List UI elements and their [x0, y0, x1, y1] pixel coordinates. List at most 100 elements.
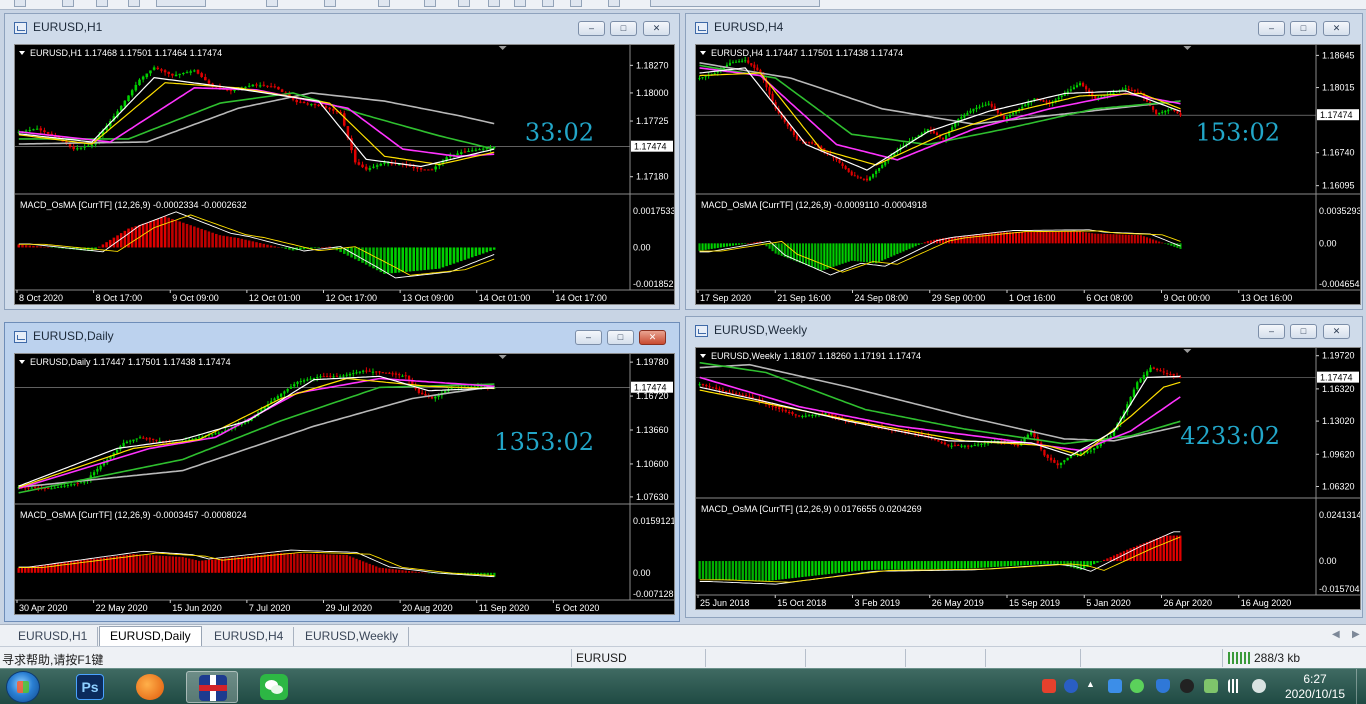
minimize-button[interactable]: – [578, 21, 605, 36]
indicators-icon[interactable] [608, 0, 620, 7]
chart-window-daily[interactable]: EURUSD,Daily – □ ✕ 1.19780 1.16720 1.13660… [4, 322, 680, 622]
close-button[interactable]: ✕ [639, 330, 666, 345]
candle-body [718, 388, 721, 391]
macd-histogram-bar [1112, 234, 1115, 244]
window-titlebar[interactable]: EURUSD,Daily – □ ✕ [5, 323, 679, 351]
price-chart[interactable]: 1.197801.167201.136601.106001.076301.174… [15, 354, 674, 614]
tray-qq-icon[interactable] [1180, 679, 1194, 693]
chart-canvas[interactable]: 1.19780 1.16720 1.13660 1.10600 1.07630 1.174… [14, 353, 675, 615]
price-chart[interactable]: 1.18270 1.18000 1.17725 1.17180 1.17474 EURUS… [15, 45, 674, 304]
chart-window-h4[interactable]: EURUSD,H4 – □ ✕ 1.18645 1.18015 1.16740 1.1… [685, 13, 1363, 310]
candle-body [476, 386, 480, 388]
timeframes-toolbar[interactable] [650, 0, 820, 7]
macd-histogram-bar [943, 561, 947, 569]
time-tick-label: 8 Oct 17:00 [96, 293, 143, 303]
taskbar-wechat[interactable] [248, 671, 300, 703]
new-order-button[interactable] [156, 0, 206, 7]
close-button[interactable]: ✕ [643, 21, 670, 36]
minimize-button[interactable]: – [1258, 21, 1285, 36]
macd-histogram-bar [1165, 535, 1169, 562]
tab-eurusd-h1[interactable]: EURUSD,H1 [8, 627, 99, 646]
favorites-icon[interactable] [128, 0, 140, 7]
tray-device-icon[interactable] [1204, 679, 1218, 693]
candle-body [984, 104, 987, 106]
maximize-button[interactable]: □ [607, 330, 634, 345]
macd-histogram-bar [741, 243, 744, 245]
new-chart-icon[interactable] [14, 0, 26, 7]
window-titlebar[interactable]: EURUSD,H4 – □ ✕ [686, 14, 1362, 42]
tab-scroll-right-icon[interactable]: ▶ [1352, 629, 1360, 640]
candle-body [980, 443, 983, 445]
chart-canvas[interactable]: 1.19720 1.16320 1.13020 1.09620 1.06320 1.174… [695, 347, 1361, 610]
candle-body [266, 85, 269, 87]
tray-expand-icon[interactable]: ▲ [1086, 679, 1095, 693]
chart-shift-icon[interactable] [514, 0, 526, 7]
zoom-out-icon[interactable] [378, 0, 390, 7]
chart-window-h1[interactable]: EURUSD,H1 – □ ✕ 1.18270 1.18000 1.17725 1.1… [4, 13, 680, 310]
tab-scroll-left-icon[interactable]: ◀ [1332, 629, 1340, 640]
macd-histogram-bar [734, 243, 738, 246]
minimize-button[interactable]: – [575, 330, 602, 345]
macd-histogram-bar [1008, 232, 1012, 244]
close-button[interactable]: ✕ [1323, 324, 1350, 339]
macd-histogram-bar [17, 244, 21, 248]
start-button[interactable] [6, 671, 40, 703]
market-watch-icon[interactable] [96, 0, 108, 7]
tab-eurusd-h4[interactable]: EURUSD,H4 [204, 627, 295, 646]
macd-histogram-bar [804, 243, 808, 266]
candle-body [947, 444, 950, 446]
macd-histogram-bar [967, 561, 970, 569]
current-price-label: 1.17474 [1320, 373, 1353, 383]
candle-body [24, 130, 28, 132]
maximize-button[interactable]: □ [1290, 324, 1317, 339]
crosshair-icon[interactable] [266, 0, 278, 7]
chart-window-icon [695, 325, 708, 337]
macd-histogram-bar [152, 220, 156, 248]
tab-eurusd-weekly[interactable]: EURUSD,Weekly [295, 627, 410, 646]
chart-canvas[interactable]: 1.18270 1.18000 1.17725 1.17180 1.17474 EURUS… [14, 44, 675, 305]
autoscroll-icon[interactable] [488, 0, 500, 7]
tray-security-icon[interactable] [1156, 679, 1170, 693]
macd-histogram-bar [276, 553, 279, 573]
tray-wechat-icon[interactable] [1130, 679, 1144, 693]
bar-chart-icon[interactable] [542, 0, 554, 7]
zoom-in-icon[interactable] [324, 0, 336, 7]
tile-windows-icon[interactable] [424, 0, 436, 7]
close-button[interactable]: ✕ [1323, 21, 1350, 36]
price-tick-label: 1.13020 [1322, 416, 1355, 426]
tray-help-icon[interactable] [1064, 679, 1078, 693]
scroll-end-icon[interactable] [458, 0, 470, 7]
tray-sogou-icon[interactable] [1042, 679, 1056, 693]
show-desktop-button[interactable] [1356, 669, 1366, 704]
window-titlebar[interactable]: EURUSD,Weekly – □ ✕ [686, 317, 1362, 345]
macd-histogram-bar [240, 238, 244, 248]
price-chart[interactable]: 1.18645 1.18015 1.16740 1.16095 1.17474 EURUS… [696, 45, 1360, 304]
macd-histogram-bar [1015, 232, 1018, 244]
candles-icon[interactable] [570, 0, 582, 7]
orange-app-icon [136, 674, 164, 700]
tray-app-icon[interactable] [1108, 679, 1122, 693]
chart-window-weekly[interactable]: EURUSD,Weekly – □ ✕ 1.19720 1.16320 1.1302… [685, 316, 1363, 618]
candle-body [182, 73, 185, 75]
candle-body [417, 388, 421, 393]
volume-icon[interactable] [1252, 679, 1266, 693]
maximize-button[interactable]: □ [1290, 21, 1317, 36]
maximize-button[interactable]: □ [610, 21, 637, 36]
profiles-icon[interactable] [62, 0, 74, 7]
chart-canvas[interactable]: 1.18645 1.18015 1.16740 1.16095 1.17474 EURUS… [695, 44, 1361, 305]
price-chart[interactable]: 1.19720 1.16320 1.13020 1.09620 1.06320 1.174… [696, 348, 1360, 609]
macd-histogram-bar [270, 554, 273, 573]
minimize-button[interactable]: – [1258, 324, 1285, 339]
taskbar-metatrader[interactable] [186, 671, 238, 703]
system-clock[interactable]: 6:27 2020/10/15 [1278, 672, 1352, 702]
candle-body [255, 84, 258, 86]
candle-body [364, 166, 368, 170]
tab-eurusd-daily[interactable]: EURUSD,Daily [99, 626, 202, 647]
macd-histogram-bar [105, 242, 108, 248]
network-icon[interactable] [1228, 679, 1242, 693]
taskbar-app-orange[interactable] [124, 671, 176, 703]
candle-body [345, 374, 348, 376]
macd-histogram-bar [960, 561, 963, 569]
taskbar-photoshop[interactable]: Ps [64, 671, 116, 703]
window-titlebar[interactable]: EURUSD,H1 – □ ✕ [5, 14, 679, 42]
